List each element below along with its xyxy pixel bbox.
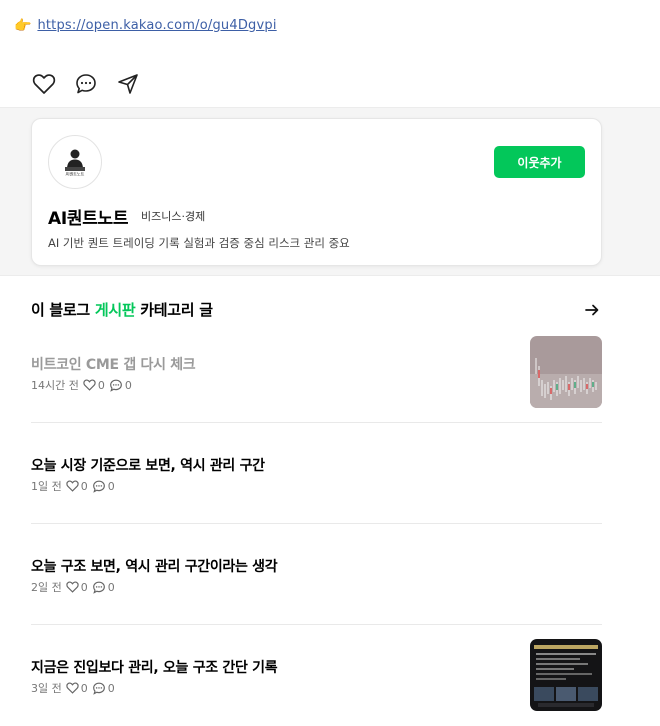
like-count: 0 bbox=[80, 681, 88, 695]
post-time: 2일 전 bbox=[31, 581, 62, 594]
post-item[interactable]: 오늘 구조 보면, 역시 관리 구간이라는 생각 2일 전 0 0 bbox=[31, 524, 602, 625]
speech-bubble-icon bbox=[92, 480, 105, 493]
post-item[interactable]: 지금은 진입보다 관리, 오늘 구조 간단 기록 3일 전 0 0 bbox=[31, 625, 602, 726]
post-thumbnail[interactable] bbox=[530, 336, 602, 408]
blog-category: 비즈니스·경제 bbox=[141, 210, 206, 223]
comment-button[interactable] bbox=[74, 72, 98, 96]
comment-count: 0 bbox=[107, 580, 115, 594]
comment-count: 0 bbox=[124, 378, 132, 392]
heart-icon bbox=[83, 379, 96, 391]
like-count: 0 bbox=[97, 378, 105, 392]
post-title[interactable]: 오늘 시장 기준으로 보면, 역시 관리 구간 bbox=[31, 455, 265, 475]
post-time: 3일 전 bbox=[31, 682, 62, 695]
post-item[interactable]: 비트코인 CME 갭 다시 체크 14시간 전 0 0 bbox=[31, 322, 602, 423]
like-count: 0 bbox=[80, 479, 88, 493]
like-button[interactable] bbox=[32, 72, 56, 96]
section-title-suffix: 카테고리 글 bbox=[135, 301, 213, 319]
post-meta: 1일 전 0 0 bbox=[31, 478, 115, 494]
comment-count: 0 bbox=[107, 681, 115, 695]
post-time: 1일 전 bbox=[31, 480, 62, 493]
post-meta: 3일 전 0 0 bbox=[31, 680, 115, 696]
kakao-link-row: 👉 https://open.kakao.com/o/gu4Dgvpi bbox=[14, 18, 277, 33]
like-count: 0 bbox=[80, 580, 88, 594]
paper-plane-icon bbox=[118, 74, 138, 94]
post-actions bbox=[32, 72, 140, 96]
pointing-hand-icon: 👉 bbox=[14, 17, 32, 34]
post-title[interactable]: 지금은 진입보다 관리, 오늘 구조 간단 기록 bbox=[31, 657, 278, 677]
blog-profile-section: AI퀀트노트 이웃추가 AI퀀트노트 비즈니스·경제 AI 기반 퀀트 트레이딩… bbox=[0, 107, 660, 276]
post-meta: 14시간 전 0 0 bbox=[31, 377, 132, 393]
kakao-open-chat-link[interactable]: https://open.kakao.com/o/gu4Dgvpi bbox=[37, 18, 276, 33]
follow-button[interactable]: 이웃추가 bbox=[494, 146, 585, 178]
post-title[interactable]: 오늘 구조 보면, 역시 관리 구간이라는 생각 bbox=[31, 556, 278, 576]
avatar-logo-icon: AI퀀트노트 bbox=[63, 149, 87, 177]
speech-bubble-icon bbox=[109, 379, 122, 392]
blog-profile-card: AI퀀트노트 이웃추가 AI퀀트노트 비즈니스·경제 AI 기반 퀀트 트레이딩… bbox=[31, 118, 602, 266]
blog-name[interactable]: AI퀀트노트 bbox=[48, 204, 129, 229]
blog-avatar[interactable]: AI퀀트노트 bbox=[48, 135, 102, 189]
chart-thumbnail-image bbox=[530, 336, 602, 408]
post-meta: 2일 전 0 0 bbox=[31, 579, 115, 595]
post-thumbnail[interactable] bbox=[530, 639, 602, 711]
dark-infographic-thumbnail-image bbox=[530, 639, 602, 711]
avatar-logo-text: AI퀀트노트 bbox=[66, 171, 85, 177]
category-posts-header: 이 블로그 게시판 카테고리 글 bbox=[31, 299, 602, 320]
section-title-prefix: 이 블로그 bbox=[31, 301, 95, 319]
speech-bubble-icon bbox=[92, 581, 105, 594]
heart-icon bbox=[32, 74, 56, 94]
section-title-highlight: 게시판 bbox=[94, 301, 136, 319]
share-button[interactable] bbox=[116, 72, 140, 96]
heart-icon bbox=[66, 682, 79, 694]
section-title: 이 블로그 게시판 카테고리 글 bbox=[31, 299, 213, 320]
post-title[interactable]: 비트코인 CME 갭 다시 체크 bbox=[31, 354, 196, 374]
comment-count: 0 bbox=[107, 479, 115, 493]
blog-description: AI 기반 퀀트 트레이딩 기록 실험과 검증 중심 리스크 관리 중요 bbox=[48, 236, 350, 250]
more-posts-button[interactable] bbox=[582, 300, 602, 320]
post-time: 14시간 전 bbox=[31, 379, 79, 392]
heart-icon bbox=[66, 581, 79, 593]
post-item[interactable]: 오늘 시장 기준으로 보면, 역시 관리 구간 1일 전 0 0 bbox=[31, 423, 602, 524]
speech-bubble-icon bbox=[92, 682, 105, 695]
heart-icon bbox=[66, 480, 79, 492]
arrow-right-icon bbox=[585, 304, 599, 315]
speech-bubble-icon bbox=[76, 74, 96, 94]
